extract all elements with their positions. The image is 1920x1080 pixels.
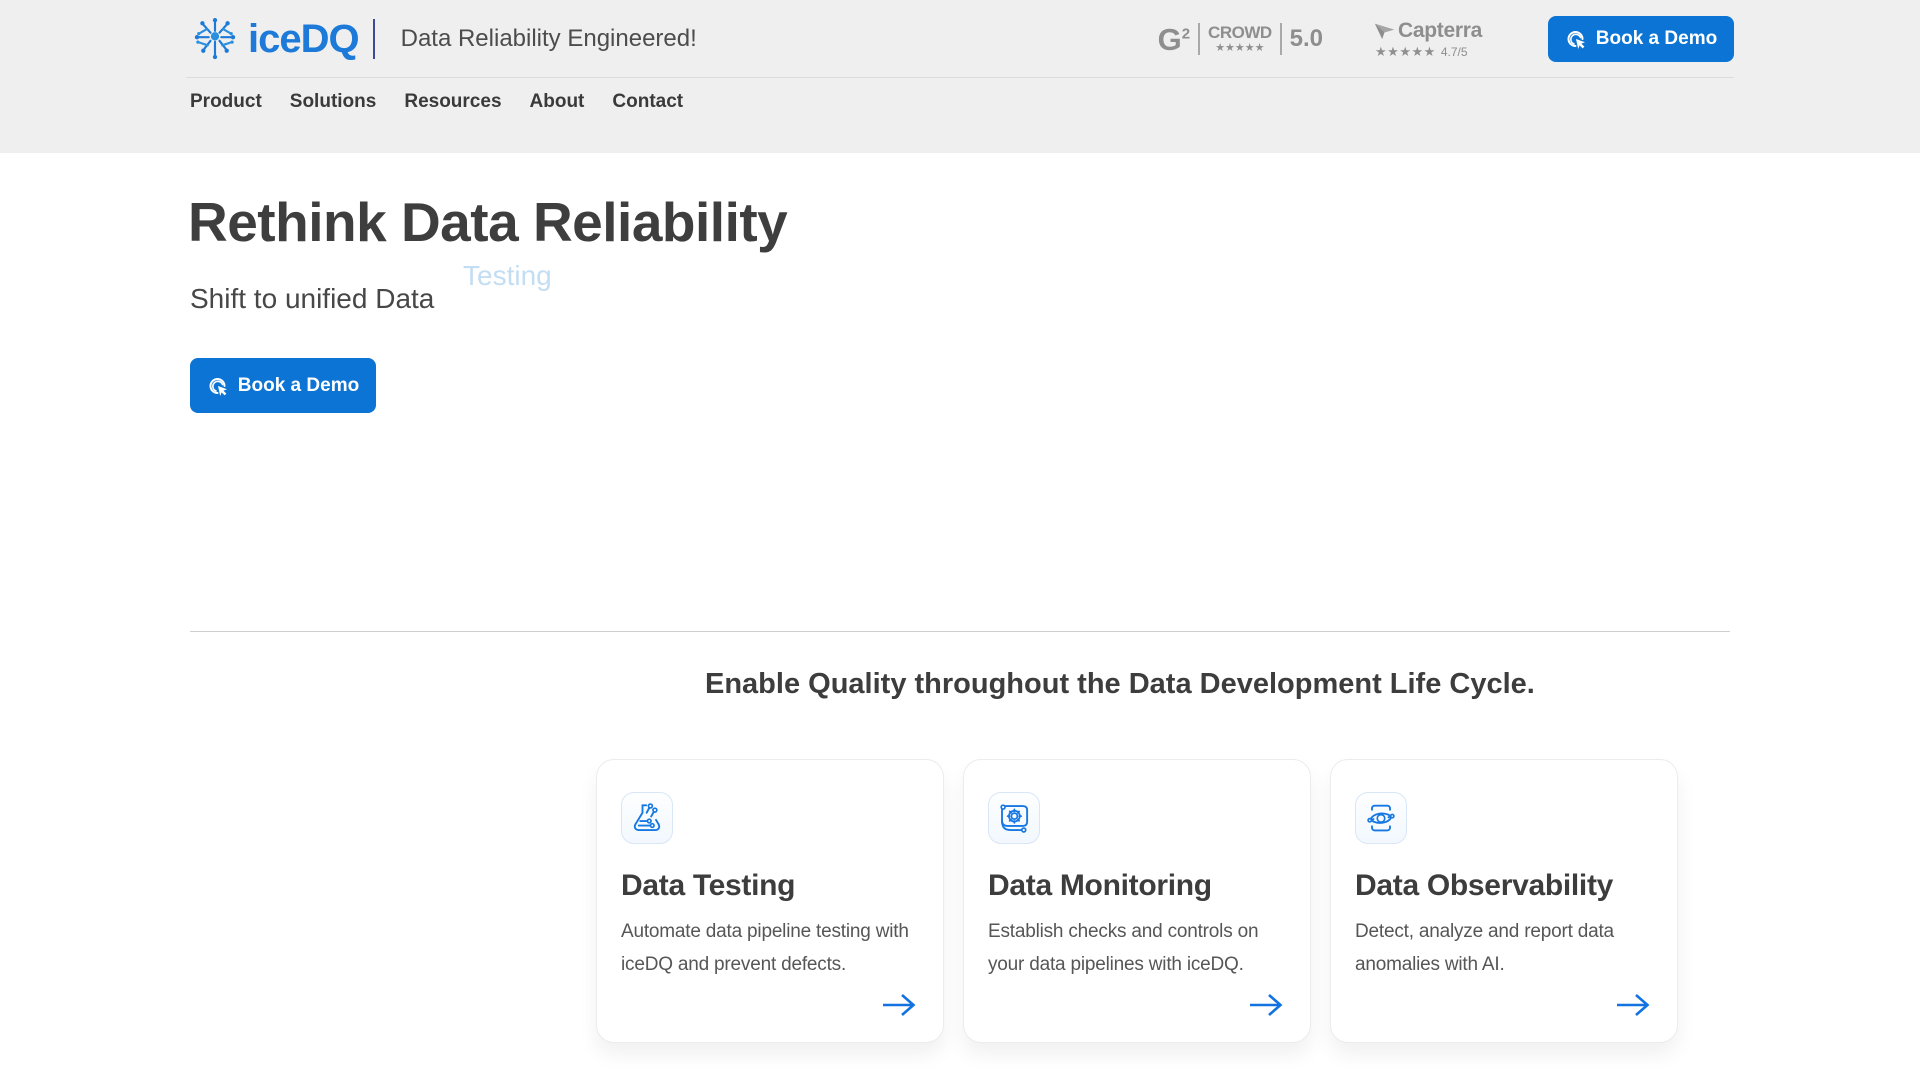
card-description: Detect, analyze and report data anomalie… — [1355, 921, 1614, 975]
g2-stars-icon: ★★★★★ — [1215, 42, 1265, 54]
nav-item-about[interactable]: About — [530, 91, 585, 113]
arrow-right-icon[interactable] — [1248, 992, 1284, 1018]
g2-logo-icon: G2 — [1157, 21, 1191, 57]
section-divider — [190, 631, 1730, 632]
book-demo-label: Book a Demo — [237, 374, 360, 396]
main-nav: Product Solutions Resources About Contac… — [190, 78, 683, 126]
capterra-stars-icon: ★★★★★ — [1375, 43, 1436, 59]
nav-item-product[interactable]: Product — [190, 91, 262, 113]
card-description: Automate data pipeline testing with iceD… — [621, 921, 909, 975]
observability-eye-icon — [1367, 804, 1395, 832]
click-cursor-icon — [1567, 31, 1585, 49]
header-vertical-divider — [372, 19, 375, 59]
card-title: Data Observability — [1355, 869, 1614, 902]
hero-subtitle: Shift to unified Data — [190, 283, 435, 314]
header-right-cluster: G2 CROWD ★★★★★ 5.0 Capterra ★★★★★ 4.7/5 … — [1158, 16, 1734, 62]
brand-logo[interactable]: iceDQ — [186, 12, 360, 66]
header-top-row: iceDQ Data Reliability Engineered! G2 CR… — [186, 0, 1734, 78]
hero-rotating-word: Testing — [463, 260, 552, 291]
card-data-monitoring[interactable]: Data Monitoring Establish checks and con… — [963, 759, 1311, 1043]
brand-tagline: Data Reliability Engineered! — [400, 25, 697, 52]
book-demo-label: Book a Demo — [1595, 28, 1718, 49]
card-data-testing[interactable]: Data Testing Automate data pipeline test… — [596, 759, 944, 1043]
section-heading: Enable Quality throughout the Data Devel… — [705, 668, 1535, 700]
g2-crowd-label: CROWD — [1208, 23, 1272, 42]
g2-crowd-rating-badge[interactable]: G2 CROWD ★★★★★ 5.0 — [1158, 23, 1323, 55]
nav-item-resources[interactable]: Resources — [404, 91, 501, 113]
card-description: Establish checks and controls on your da… — [988, 921, 1259, 975]
capterra-label: Capterra — [1398, 18, 1482, 42]
gear-circuit-icon — [1000, 804, 1029, 833]
nav-item-contact[interactable]: Contact — [612, 91, 683, 113]
book-demo-button-header[interactable]: Book a Demo — [1548, 16, 1734, 62]
arrow-right-icon[interactable] — [1615, 992, 1651, 1018]
arrow-right-icon[interactable] — [881, 992, 917, 1018]
flask-circuit-icon — [633, 803, 661, 831]
card-title: Data Testing — [621, 869, 796, 902]
card-title: Data Monitoring — [988, 869, 1212, 902]
feature-cards-row: Data Testing Automate data pipeline test… — [596, 759, 1678, 1043]
site-header: iceDQ Data Reliability Engineered! G2 CR… — [0, 0, 1920, 153]
brain-circuit-logo-icon — [194, 17, 236, 60]
capterra-score: 4.7/5 — [1440, 44, 1468, 59]
capterra-rating-badge[interactable]: Capterra ★★★★★ 4.7/5 — [1373, 19, 1482, 60]
card-data-observability[interactable]: Data Observability Detect, analyze and r… — [1330, 759, 1678, 1043]
brand-name: iceDQ — [248, 16, 360, 61]
click-cursor-icon — [209, 377, 227, 396]
book-demo-button-hero[interactable]: Book a Demo — [190, 358, 376, 413]
hero-title: Rethink Data Reliability — [188, 191, 788, 253]
g2-score: 5.0 — [1289, 25, 1324, 52]
capterra-flag-icon — [1374, 23, 1395, 39]
nav-item-solutions[interactable]: Solutions — [290, 91, 377, 113]
icedq-landing-page: iceDQ Data Reliability Engineered! G2 CR… — [0, 0, 1920, 1080]
